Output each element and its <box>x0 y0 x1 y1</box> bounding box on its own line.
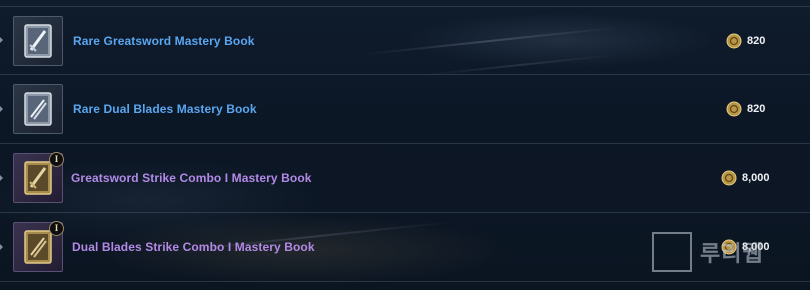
row-marker <box>0 37 3 44</box>
watermark: 루리웹 <box>652 232 764 272</box>
item-name: Rare Greatsword Mastery Book <box>73 33 255 48</box>
shop-item-row[interactable]: I Greatsword Strike Combo I Mastery Book… <box>0 144 810 213</box>
watermark-logo <box>652 232 692 272</box>
row-marker <box>0 243 3 251</box>
tier-badge: I <box>49 221 64 236</box>
item-price-value: 820 <box>747 103 766 115</box>
shop-item-row[interactable]: Rare Greatsword Mastery Book 820 <box>0 6 810 75</box>
item-icon-slot: I <box>13 152 64 203</box>
gold-coin-icon <box>726 101 742 117</box>
item-price-value: 820 <box>747 34 766 47</box>
watermark-text: 루리웹 <box>700 241 764 266</box>
gold-coin-icon <box>726 33 742 48</box>
item-icon-slot: I <box>13 221 64 272</box>
item-price: 820 <box>726 33 765 49</box>
gold-coin-icon <box>721 170 737 186</box>
item-price-value: 8,000 <box>742 172 770 184</box>
item-icon-slot <box>13 15 63 66</box>
row-marker <box>0 174 3 182</box>
item-name: Dual Blades Strike Combo I Mastery Book <box>72 240 315 254</box>
item-name: Rare Dual Blades Mastery Book <box>73 102 257 116</box>
row-marker <box>0 105 3 113</box>
greatsword-mastery-book-icon <box>24 23 52 58</box>
item-name: Greatsword Strike Combo I Mastery Book <box>71 171 312 185</box>
shop-item-row[interactable]: Rare Dual Blades Mastery Book 820 <box>0 75 810 144</box>
item-price: 820 <box>726 101 765 117</box>
item-icon-slot <box>13 84 63 134</box>
tier-badge: I <box>49 152 64 167</box>
item-price: 8,000 <box>721 170 770 186</box>
dual-blades-mastery-book-icon <box>24 92 52 126</box>
